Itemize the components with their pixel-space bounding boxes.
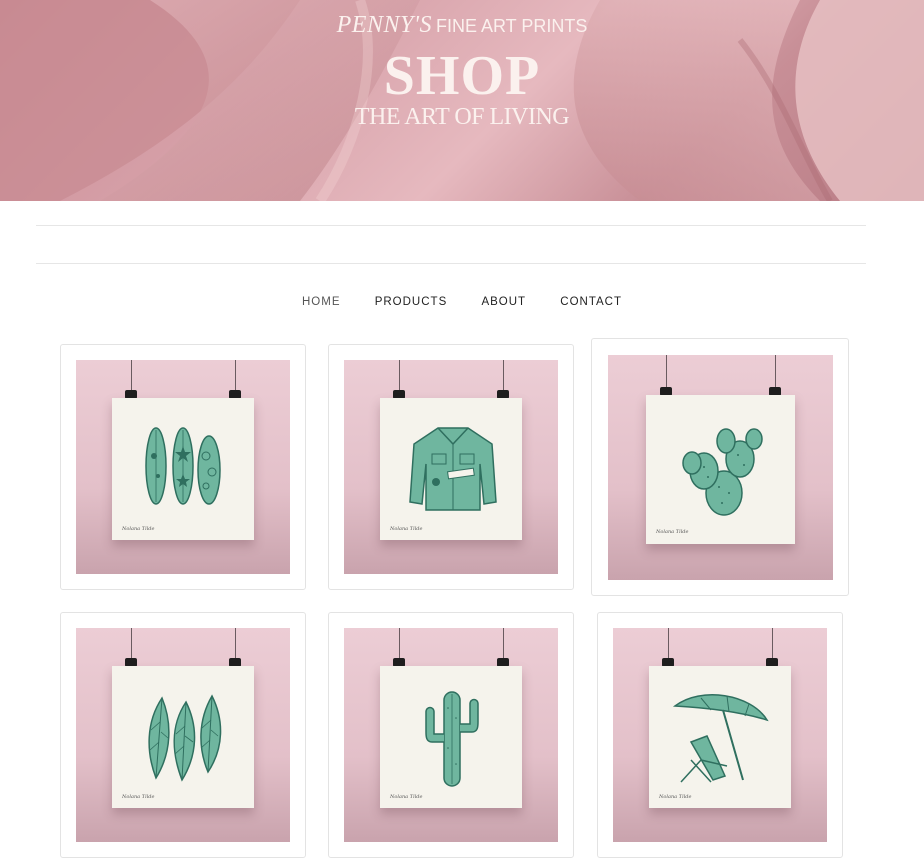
surfboards-icon xyxy=(145,427,221,505)
artist-signature: Nolana Tilde xyxy=(390,526,423,532)
poster-paper: Nolana Tilde xyxy=(112,398,254,540)
poster-paper: Nolana Tilde xyxy=(380,398,522,540)
hero-title: SHOP xyxy=(383,45,541,107)
artist-signature: Nolana Tilde xyxy=(656,529,689,535)
product-card-jacket[interactable]: Nolana Tilde xyxy=(328,344,574,590)
poster-paper: Nolana Tilde xyxy=(112,666,254,808)
main-nav: HOME PRODUCTS ABOUT CONTACT xyxy=(0,296,924,308)
hanging-wire xyxy=(399,360,400,392)
hanging-wire xyxy=(772,628,773,660)
nav-contact[interactable]: CONTACT xyxy=(560,296,622,308)
hanging-wire xyxy=(666,355,667,389)
artist-signature: Nolana Tilde xyxy=(122,526,155,532)
denim-jacket-icon xyxy=(409,427,497,511)
hanging-wire xyxy=(399,628,400,660)
product-image: Nolana Tilde xyxy=(344,628,558,842)
poster-paper: Nolana Tilde xyxy=(380,666,522,808)
product-card-beach[interactable]: Nolana Tilde xyxy=(597,612,843,858)
hanging-wire xyxy=(131,628,132,660)
tropical-leaves-icon xyxy=(148,694,222,782)
product-image: Nolana Tilde xyxy=(76,360,290,574)
nav-about[interactable]: ABOUT xyxy=(481,296,526,308)
poster-paper: Nolana Tilde xyxy=(646,395,795,544)
hero-brand: PENNY'S xyxy=(336,12,432,38)
product-image: Nolana Tilde xyxy=(613,628,827,842)
hanging-wire xyxy=(503,360,504,392)
nav-products[interactable]: PRODUCTS xyxy=(375,296,448,308)
hero-tagline: FINE ART PRINTS xyxy=(435,16,588,36)
product-card-prickly-pear[interactable]: Nolana Tilde xyxy=(591,338,849,596)
divider-bottom xyxy=(36,263,866,264)
product-image: Nolana Tilde xyxy=(76,628,290,842)
product-card-saguaro[interactable]: Nolana Tilde xyxy=(328,612,574,858)
artist-signature: Nolana Tilde xyxy=(659,794,692,800)
product-image: Nolana Tilde xyxy=(344,360,558,574)
artist-signature: Nolana Tilde xyxy=(122,794,155,800)
hanging-wire xyxy=(131,360,132,392)
product-card-surfboards[interactable]: Nolana Tilde xyxy=(60,344,306,590)
saguaro-cactus-icon xyxy=(425,691,479,787)
hero-subtitle: THE ART OF LIVING xyxy=(354,104,570,130)
hanging-wire xyxy=(668,628,669,660)
product-image: Nolana Tilde xyxy=(608,355,833,580)
artist-signature: Nolana Tilde xyxy=(390,794,423,800)
hanging-wire xyxy=(503,628,504,660)
hero-brand-line: PENNY'S FINE ART PRINTS xyxy=(0,12,924,39)
prickly-pear-cactus-icon xyxy=(682,428,763,516)
hanging-wire xyxy=(775,355,776,389)
hanging-wire xyxy=(235,360,236,392)
poster-paper: Nolana Tilde xyxy=(649,666,791,808)
divider-top xyxy=(36,225,866,226)
product-card-leaves[interactable]: Nolana Tilde xyxy=(60,612,306,858)
hero-banner: PENNY'S FINE ART PRINTS SHOP THE ART OF L… xyxy=(0,0,924,201)
nav-home[interactable]: HOME xyxy=(302,296,341,308)
hanging-wire xyxy=(235,628,236,660)
beach-umbrella-chair-icon xyxy=(672,694,769,783)
